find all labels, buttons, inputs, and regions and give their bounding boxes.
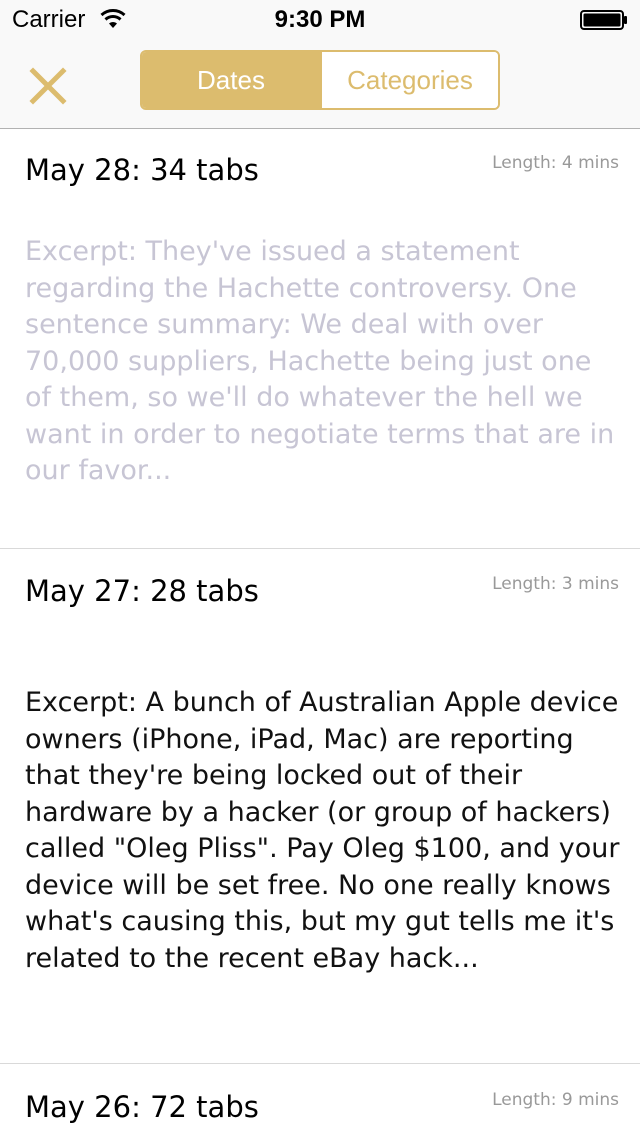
status-bar: Carrier 9:30 PM: [0, 0, 640, 40]
navigation-bar: Dates Categories: [0, 40, 640, 129]
item-date-title: May 26: 72 tabs: [25, 1090, 259, 1124]
close-x-icon: [29, 67, 67, 105]
status-time: 9:30 PM: [274, 6, 366, 33]
list-item[interactable]: May 26: 72 tabs Length: 9 mins: [0, 1064, 640, 1144]
item-excerpt: Excerpt: A bunch of Australian Apple dev…: [25, 687, 620, 974]
battery-full-icon: [580, 10, 628, 30]
sort-segmented-control: Dates Categories: [140, 50, 500, 110]
item-date-title: May 28: 34 tabs: [25, 153, 259, 187]
item-date-title: May 27: 28 tabs: [25, 574, 259, 608]
close-button[interactable]: [24, 62, 72, 110]
item-length: Length: 4 mins: [492, 153, 619, 173]
list-item[interactable]: May 27: 28 tabs Length: 3 mins Excerpt: …: [0, 549, 640, 1064]
tabs-by-date-list: May 28: 34 tabs Length: 4 mins Excerpt: …: [0, 129, 640, 1144]
item-length: Length: 9 mins: [492, 1090, 619, 1110]
segment-categories[interactable]: Categories: [320, 52, 498, 108]
segment-dates[interactable]: Dates: [142, 52, 320, 108]
item-excerpt: Excerpt: They've issued a statement rega…: [25, 236, 615, 486]
item-length: Length: 3 mins: [492, 574, 619, 594]
list-item[interactable]: May 28: 34 tabs Length: 4 mins Excerpt: …: [0, 129, 640, 549]
